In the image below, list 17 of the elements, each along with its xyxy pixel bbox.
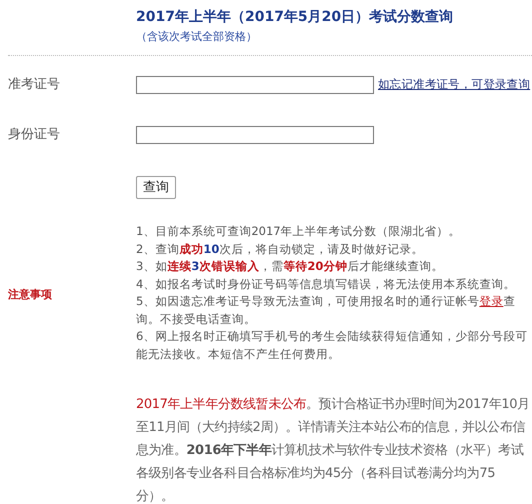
text-input[interactable] <box>136 76 374 94</box>
login-link[interactable]: 登录 <box>479 294 504 308</box>
submit-button[interactable]: 查询 <box>136 176 176 200</box>
forgot-link[interactable]: 如忘记准考证号，可登录查询 <box>378 76 530 94</box>
note-item: 6、网上报名时正确填写手机号的考生会陆续获得短信通知，少部分号段可能无法接收。本短信不产生任何费用。 <box>136 328 528 363</box>
field-label: 准考证号 <box>8 76 61 94</box>
note-item: 3、如连续3次错误输入，需等待20分钟后才能继续查询。 <box>136 258 444 276</box>
announcement-text: 2017年上半年分数线暂未公布。预计合格证书办理时间为2017年10月至11月间（大约持续2周）。详情请关注本站公布的信息，并以公布信息为准。2016年下半年计算机技术与软件专业技术资格（水平）考试各级别各专业各科目合格标准均为45分（各科目试卷满分均为75分）。 <box>136 396 531 504</box>
note-item: 5、如因遗忘准考证号导致无法查询，可使用报名时的通行证帐号登录查询。不接受电话查询。 <box>136 293 516 328</box>
notes-label: 注意事项 <box>8 288 52 302</box>
text-input[interactable] <box>136 126 374 144</box>
note-item: 2、查询成功10次后，将自动锁定，请及时做好记录。 <box>136 240 424 258</box>
note-item: 4、如报名考试时身份证号码等信息填写错误，将无法使用本系统查询。 <box>136 276 516 293</box>
page-subtitle: （含该次考试全部资格） <box>136 29 257 45</box>
page-title: 2017年上半年（2017年5月20日）考试分数查询 <box>136 8 454 26</box>
note-item: 1、目前本系统可查询2017年上半年考试分数（限湖北省）。 <box>136 223 462 240</box>
field-label: 身份证号 <box>8 126 61 144</box>
